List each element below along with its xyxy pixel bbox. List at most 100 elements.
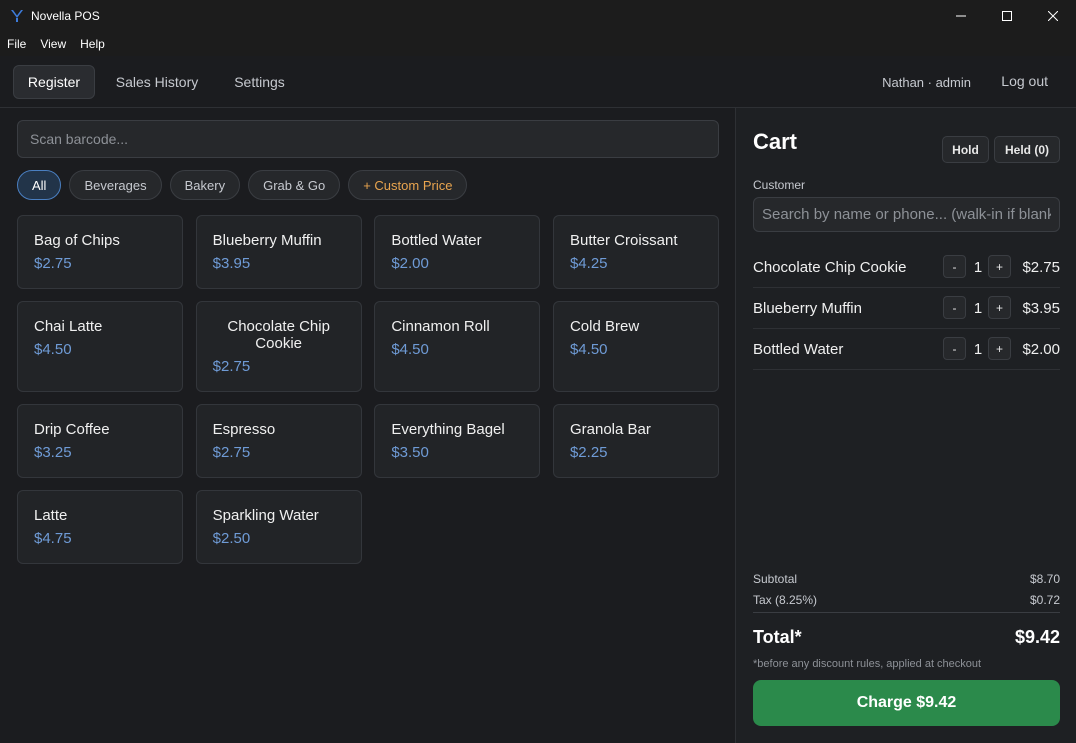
- tax-row: Tax (8.25%) $0.72: [753, 589, 1060, 610]
- product-name: Granola Bar: [569, 421, 651, 438]
- product-name: Chocolate Chip Cookie: [227, 318, 330, 352]
- cart-line: Chocolate Chip Cookie - 1 + $2.75: [753, 247, 1060, 288]
- close-icon: [1048, 11, 1058, 21]
- menu-bar: File View Help: [0, 32, 1076, 56]
- cart-totals: Subtotal $8.70 Tax (8.25%) $0.72 Total* …: [753, 568, 1060, 670]
- product-name: Sparkling Water: [212, 507, 319, 524]
- product-tile[interactable]: Butter Croissant $4.25: [552, 215, 719, 289]
- cart-line-price: $3.95: [1022, 300, 1060, 317]
- total-value: $9.42: [1014, 627, 1060, 647]
- held-orders-button[interactable]: Held (0): [994, 136, 1060, 163]
- register-panel: All Beverages Bakery Grab & Go + Custom …: [0, 108, 735, 743]
- logout-button[interactable]: Log out: [1001, 73, 1048, 89]
- tab-sales-history[interactable]: Sales History: [105, 65, 209, 99]
- cart-line-qty: 1: [973, 300, 983, 317]
- product-grid: Bag of Chips $2.75 Blueberry Muffin $3.9…: [17, 215, 719, 564]
- product-tile[interactable]: Cinnamon Roll $4.50: [374, 301, 541, 392]
- window-title: Novella POS: [31, 9, 100, 23]
- product-price: $4.50: [34, 341, 72, 358]
- tax-value: $0.72: [1029, 592, 1060, 607]
- product-tile[interactable]: Drip Coffee $3.25: [17, 404, 183, 478]
- category-filters: All Beverages Bakery Grab & Go + Custom …: [17, 170, 468, 200]
- minimize-icon: [956, 15, 966, 17]
- cart-lines: Chocolate Chip Cookie - 1 + $2.75 Bluebe…: [753, 247, 1060, 370]
- maximize-icon: [1002, 11, 1012, 21]
- product-price: $2.75: [212, 444, 251, 461]
- current-user: Nathan · admin: [882, 75, 971, 90]
- tax-label: Tax (8.25%): [753, 592, 818, 607]
- category-beverages[interactable]: Beverages: [69, 170, 162, 200]
- menu-help[interactable]: Help: [80, 37, 105, 51]
- cart-line-price: $2.75: [1022, 259, 1060, 276]
- category-all[interactable]: All: [17, 170, 62, 200]
- product-name: Butter Croissant: [569, 232, 678, 249]
- product-price: $2.00: [391, 255, 429, 272]
- product-name: Bag of Chips: [34, 232, 120, 249]
- product-tile[interactable]: Everything Bagel $3.50: [374, 404, 541, 478]
- product-name: Drip Coffee: [34, 421, 110, 438]
- close-window-button[interactable]: [1030, 0, 1076, 32]
- category-bakery[interactable]: Bakery: [169, 170, 241, 200]
- product-tile[interactable]: Blueberry Muffin $3.95: [195, 215, 362, 289]
- category-grab-and-go[interactable]: Grab & Go: [248, 170, 341, 200]
- increment-button[interactable]: +: [988, 296, 1011, 319]
- product-price: $2.75: [34, 255, 72, 272]
- product-price: $4.25: [569, 255, 608, 272]
- increment-button[interactable]: +: [988, 255, 1011, 278]
- discount-note: *before any discount rules, applied at c…: [753, 658, 982, 670]
- decrement-button[interactable]: -: [943, 296, 966, 319]
- product-tile[interactable]: Granola Bar $2.25: [552, 404, 719, 478]
- customer-search-input[interactable]: [753, 197, 1060, 232]
- title-bar: Novella POS: [0, 0, 1076, 32]
- product-name: Cold Brew: [569, 318, 640, 335]
- charge-button[interactable]: Charge $9.42: [753, 680, 1060, 726]
- cart-line-qty: 1: [973, 341, 983, 358]
- tab-settings[interactable]: Settings: [222, 65, 297, 99]
- product-tile[interactable]: Latte $4.75: [17, 490, 183, 564]
- product-tile[interactable]: Bag of Chips $2.75: [17, 215, 183, 289]
- product-name: Chai Latte: [34, 318, 103, 335]
- cart-line-name: Chocolate Chip Cookie: [753, 259, 907, 276]
- product-price: $4.50: [391, 341, 429, 358]
- product-price: $3.95: [212, 255, 251, 272]
- product-name: Cinnamon Roll: [391, 318, 490, 335]
- product-tile[interactable]: Sparkling Water $2.50: [195, 490, 362, 564]
- cart-line: Bottled Water - 1 + $2.00: [753, 329, 1060, 370]
- product-price: $4.50: [569, 341, 608, 358]
- hold-button[interactable]: Hold: [942, 136, 989, 163]
- product-price: $3.25: [34, 444, 72, 461]
- product-tile[interactable]: Cold Brew $4.50: [552, 301, 719, 392]
- product-tile[interactable]: Chocolate Chip Cookie $2.75: [195, 301, 362, 392]
- subtotal-value: $8.70: [1029, 571, 1060, 586]
- product-tile[interactable]: Espresso $2.75: [195, 404, 362, 478]
- product-name: Bottled Water: [391, 232, 482, 249]
- decrement-button[interactable]: -: [943, 337, 966, 360]
- menu-view[interactable]: View: [40, 37, 66, 51]
- product-name: Blueberry Muffin: [212, 232, 322, 249]
- decrement-button[interactable]: -: [943, 255, 966, 278]
- menu-file[interactable]: File: [7, 37, 26, 51]
- tab-register[interactable]: Register: [13, 65, 95, 99]
- product-tile[interactable]: Chai Latte $4.50: [17, 301, 183, 392]
- total-row: Total* $9.42: [753, 627, 1060, 648]
- app-logo-icon: [10, 9, 24, 23]
- cart-panel: Cart Hold Held (0) Customer Chocolate Ch…: [735, 108, 1076, 743]
- customer-label: Customer: [753, 178, 806, 192]
- product-price: $4.75: [34, 530, 72, 547]
- custom-price-button[interactable]: + Custom Price: [348, 170, 468, 200]
- cart-line-name: Bottled Water: [753, 341, 844, 358]
- cart-line-name: Blueberry Muffin: [753, 300, 862, 317]
- minimize-button[interactable]: [938, 0, 984, 32]
- cart-line-price: $2.00: [1022, 341, 1060, 358]
- product-name: Latte: [34, 507, 68, 524]
- product-price: $2.25: [569, 444, 608, 461]
- maximize-button[interactable]: [984, 0, 1030, 32]
- product-tile[interactable]: Bottled Water $2.00: [374, 215, 541, 289]
- barcode-input[interactable]: [17, 120, 719, 158]
- window-controls: [938, 0, 1076, 32]
- product-price: $2.75: [212, 358, 251, 375]
- total-label: Total*: [753, 627, 802, 647]
- increment-button[interactable]: +: [988, 337, 1011, 360]
- totals-divider: [753, 612, 1060, 613]
- product-price: $2.50: [212, 530, 251, 547]
